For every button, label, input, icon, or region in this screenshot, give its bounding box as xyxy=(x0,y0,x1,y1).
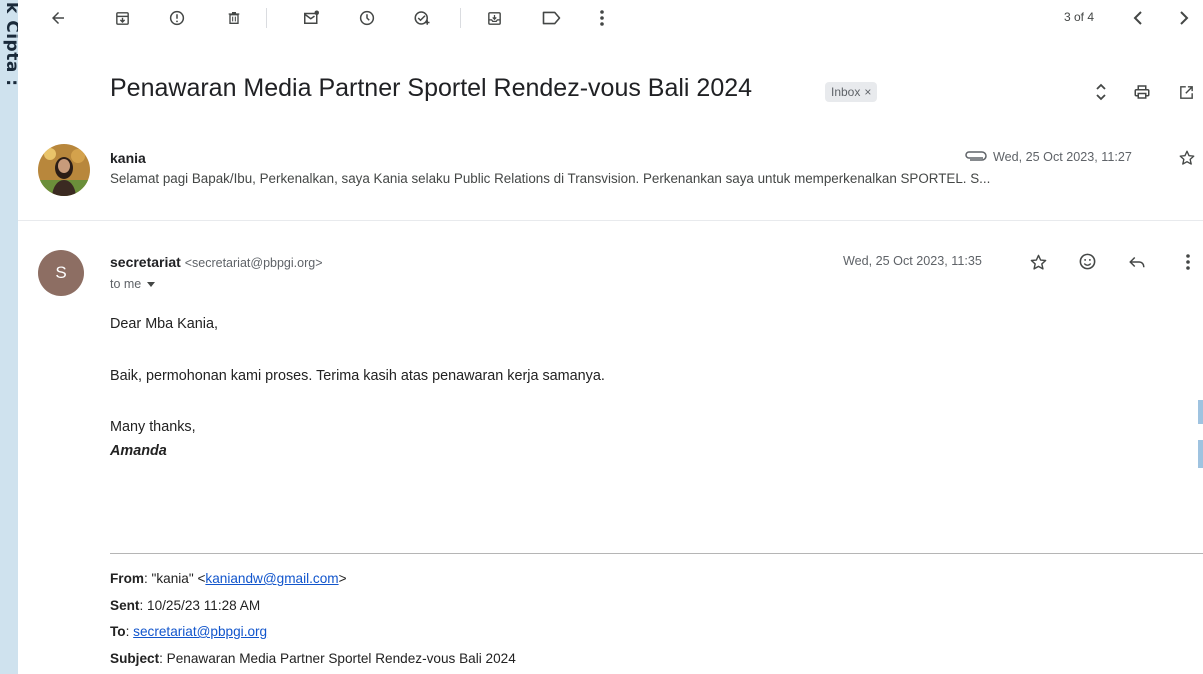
quoted-from: From: "kania" <kaniandw@gmail.com> xyxy=(110,571,347,586)
quoted-subject: Subject: Penawaran Media Partner Sportel… xyxy=(110,651,516,666)
quoted-from-email-link[interactable]: kaniandw@gmail.com xyxy=(205,571,338,586)
sender-avatar: S xyxy=(38,250,84,296)
chevron-right-icon[interactable] xyxy=(1172,6,1196,30)
remove-label-icon[interactable]: × xyxy=(864,82,871,102)
emoji-reaction-icon[interactable] xyxy=(1075,249,1099,273)
toolbar-separator xyxy=(460,8,461,28)
quoted-sent: Sent: 10/25/23 11:28 AM xyxy=(110,598,260,613)
body-closing: Many thanks, xyxy=(110,419,196,435)
more-vert-icon[interactable] xyxy=(590,6,614,30)
toolbar-separator xyxy=(266,8,267,28)
recipient-label: to me xyxy=(110,277,142,291)
expand-collapse-icon[interactable] xyxy=(1090,80,1112,104)
dropdown-arrow-icon xyxy=(147,281,156,287)
archive-icon[interactable] xyxy=(110,6,134,30)
scroll-marker xyxy=(1198,440,1203,468)
quoted-from-end: > xyxy=(338,571,347,586)
message-date: Wed, 25 Oct 2023, 11:27 xyxy=(993,150,1132,164)
recipient-details[interactable]: to me xyxy=(110,277,156,291)
quoted-subject-label: Subject xyxy=(110,651,160,666)
add-task-icon[interactable] xyxy=(410,6,434,30)
body-paragraph: Baik, permohonan kami proses. Terima kas… xyxy=(110,368,605,384)
quoted-from-name: : "kania" < xyxy=(143,571,206,586)
body-signature: Amanda xyxy=(110,443,167,459)
chevron-left-icon[interactable] xyxy=(1126,6,1150,30)
quoted-divider xyxy=(110,553,1203,554)
quoted-to-label: To xyxy=(110,624,126,639)
pager-count: 3 of 4 xyxy=(1064,10,1095,24)
sender-name[interactable]: kania xyxy=(110,150,146,166)
move-to-icon[interactable] xyxy=(482,6,506,30)
more-vert-icon[interactable] xyxy=(1176,250,1200,274)
mark-unread-icon[interactable] xyxy=(299,6,323,30)
quoted-to: To: secretariat@pbpgi.org xyxy=(110,624,267,639)
report-spam-icon[interactable] xyxy=(165,6,189,30)
open-new-window-icon[interactable] xyxy=(1174,80,1198,104)
print-icon[interactable] xyxy=(1130,80,1154,104)
sender-name[interactable]: secretariat xyxy=(110,254,181,270)
quoted-to-email-link[interactable]: secretariat@pbpgi.org xyxy=(133,624,267,639)
quoted-from-label: From xyxy=(110,571,144,586)
sender-email: <secretariat@pbpgi.org> xyxy=(184,256,323,270)
quoted-subject-value: : Penawaran Media Partner Sportel Rendez… xyxy=(159,651,516,666)
quoted-sent-label: Sent xyxy=(110,598,140,613)
back-arrow-icon[interactable] xyxy=(46,6,70,30)
delete-icon[interactable] xyxy=(222,6,246,30)
star-icon[interactable] xyxy=(1026,250,1050,274)
star-icon[interactable] xyxy=(1176,147,1198,169)
reply-icon[interactable] xyxy=(1125,250,1149,274)
quoted-sent-value: : 10/25/23 11:28 AM xyxy=(139,598,261,613)
message-snippet[interactable]: Selamat pagi Bapak/Ibu, Perkenalkan, say… xyxy=(110,171,1190,186)
label-icon[interactable] xyxy=(538,6,564,30)
email-subject: Penawaran Media Partner Sportel Rendez-v… xyxy=(110,74,753,102)
sender-header: secretariat <secretariat@pbpgi.org> xyxy=(110,254,323,270)
snooze-icon[interactable] xyxy=(355,6,379,30)
left-strip-text: k Cipta : xyxy=(2,2,18,87)
inbox-label-text: Inbox xyxy=(831,85,861,99)
inbox-label-chip[interactable]: Inbox × xyxy=(825,82,878,102)
sender-avatar-photo xyxy=(38,144,90,196)
left-edge-strip: k Cipta : xyxy=(0,0,18,674)
scroll-marker xyxy=(1198,400,1203,424)
attachment-icon xyxy=(962,148,988,164)
message-divider xyxy=(18,220,1203,221)
body-greeting: Dear Mba Kania, xyxy=(110,316,218,332)
message-date: Wed, 25 Oct 2023, 11:35 xyxy=(843,254,982,268)
